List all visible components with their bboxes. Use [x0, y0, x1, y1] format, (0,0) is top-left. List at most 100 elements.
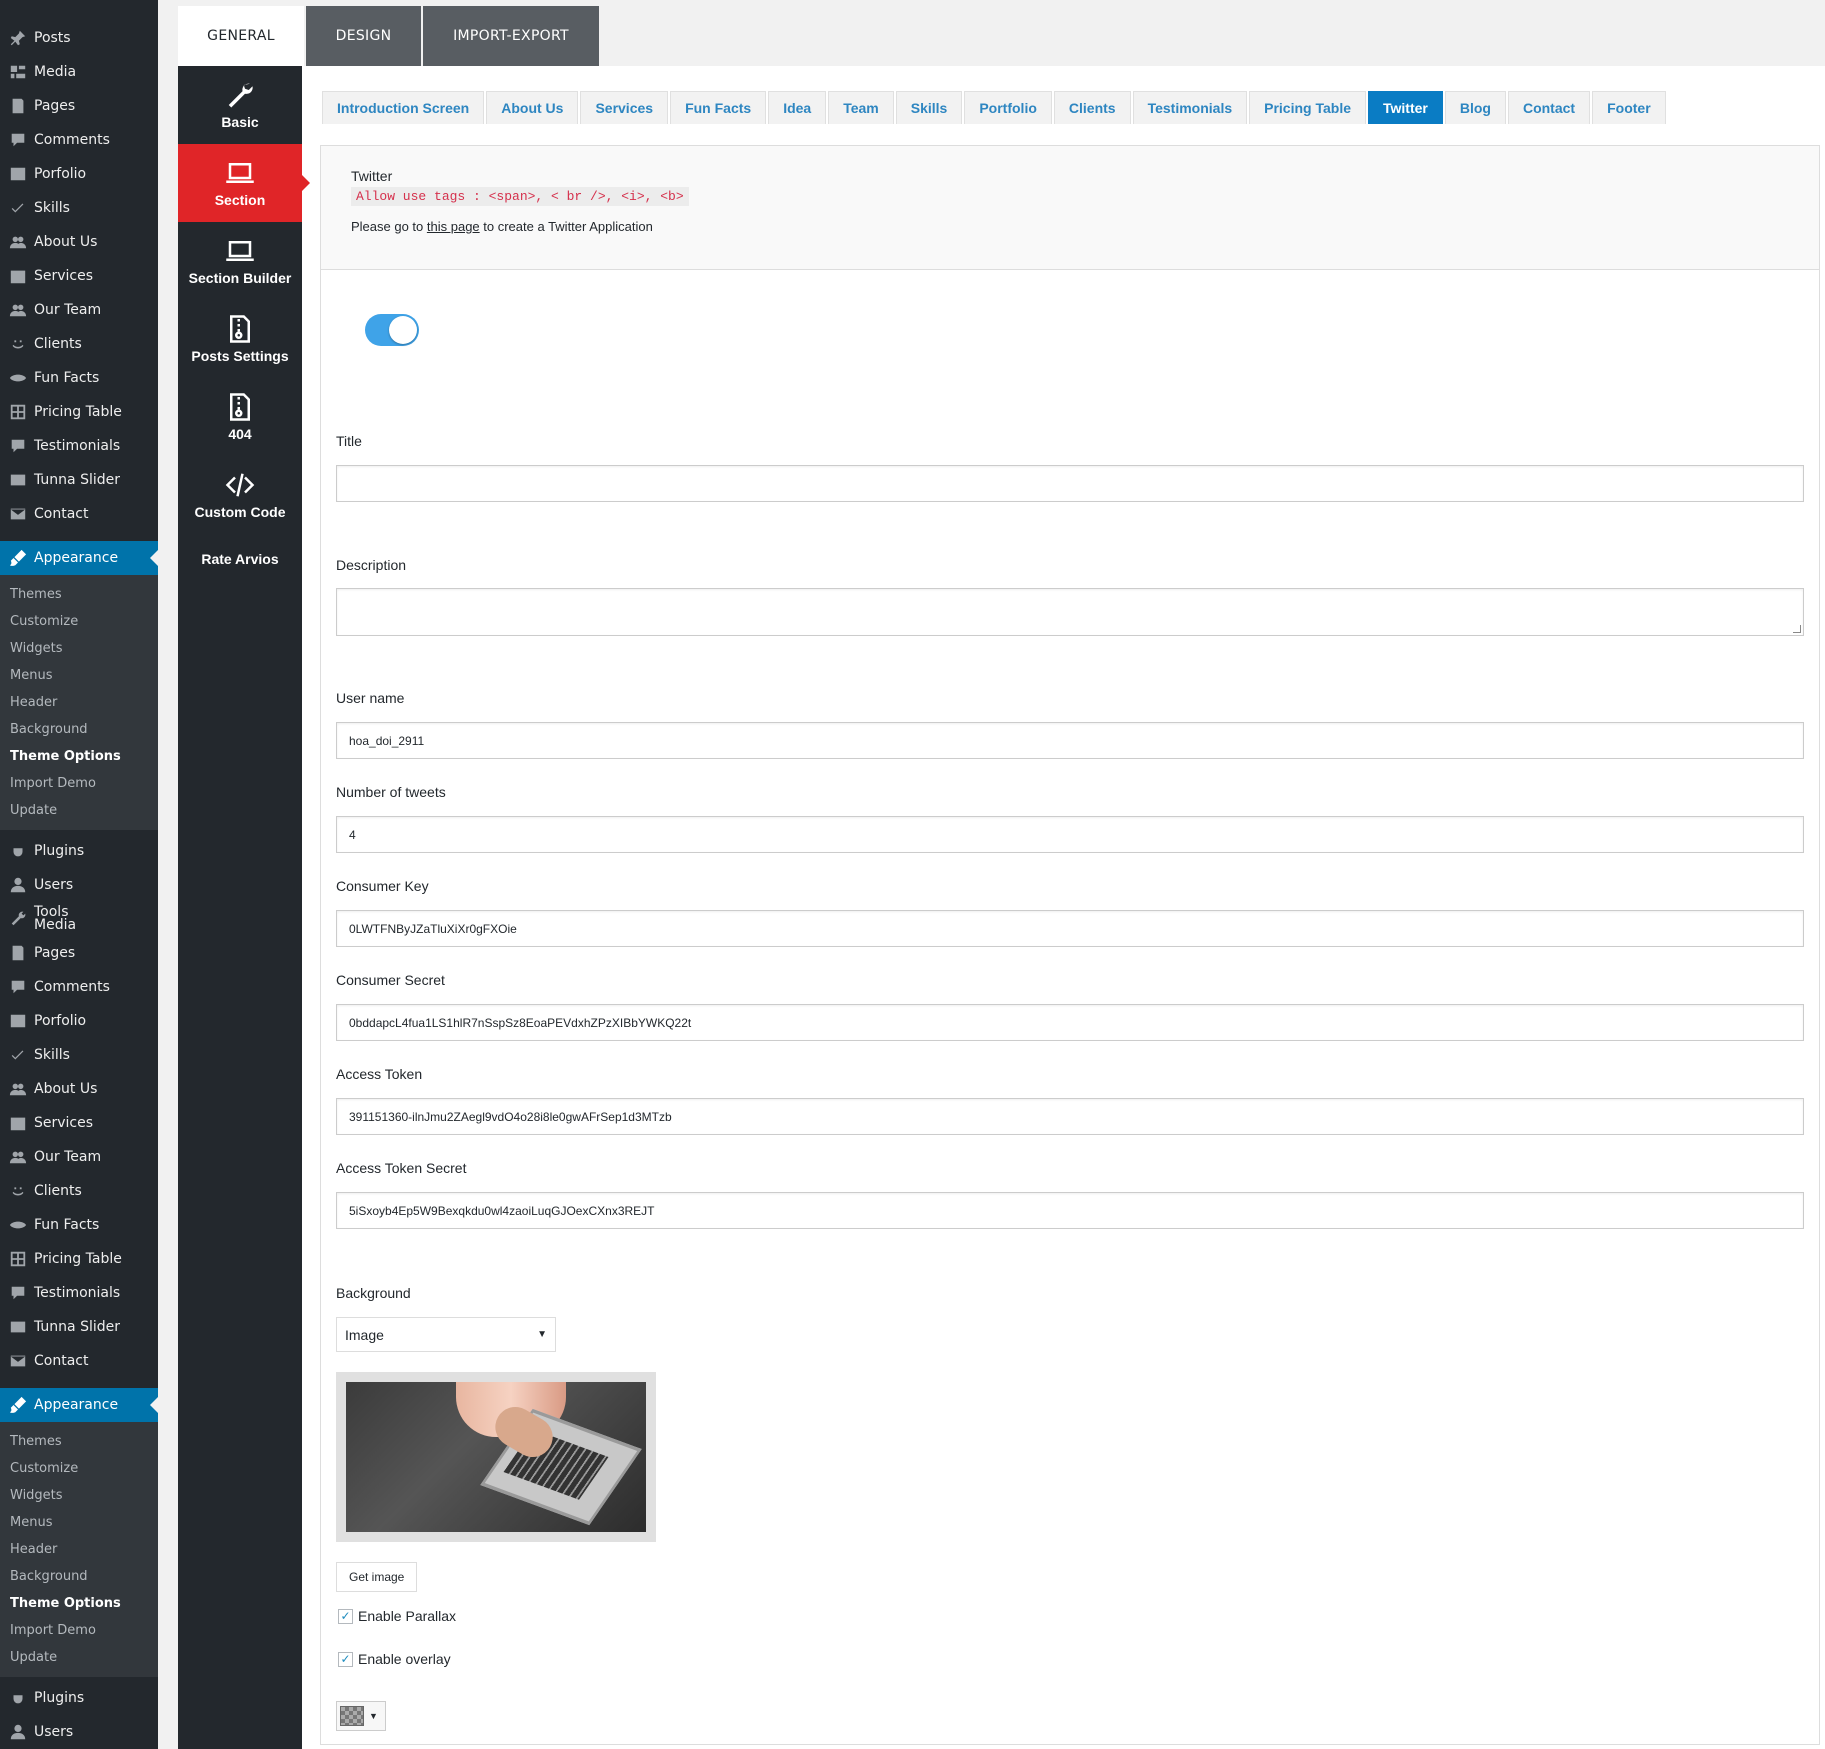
menu-item-about-us[interactable]: About Us	[0, 225, 158, 259]
submenu-item-menus[interactable]: Menus	[0, 662, 158, 689]
menu-item-about-us[interactable]: About Us	[0, 1072, 158, 1106]
menu-item-contact[interactable]: Contact	[0, 1344, 158, 1378]
submenu-item-widgets[interactable]: Widgets	[0, 635, 158, 662]
submenu-item-background[interactable]: Background	[0, 1563, 158, 1590]
menu-item-contact[interactable]: Contact	[0, 497, 158, 531]
nav-rate-arvios[interactable]: Rate Arvios	[178, 534, 302, 584]
tab-services[interactable]: Services	[580, 91, 669, 124]
tab-design[interactable]: DESIGN	[306, 6, 421, 66]
menu-item-pages[interactable]: Pages	[0, 936, 158, 970]
parallax-checkbox[interactable]: ✓	[338, 1608, 353, 1624]
menu-item-media[interactable]: Media	[0, 55, 158, 89]
this-page-link[interactable]: this page	[427, 219, 480, 234]
tab-fun-facts[interactable]: Fun Facts	[670, 91, 767, 124]
menu-item-tools[interactable]: Tools Media	[0, 902, 158, 936]
enable-overlay-row[interactable]: ✓ Enable overlay	[338, 1651, 451, 1667]
access-secret-input[interactable]: 5iSxoyb4Ep5W9Bexqkdu0wl4zaoiLuqGJOexCXnx…	[336, 1192, 1804, 1229]
username-input[interactable]: hoa_doi_2911	[336, 722, 1804, 759]
menu-item-testimonials[interactable]: Testimonials	[0, 429, 158, 463]
consumer-secret-input[interactable]: 0bddapcL4fua1LS1hlR7nSspSz8EoaPEVdxhZPzX…	[336, 1004, 1804, 1041]
tab-import-export[interactable]: IMPORT-EXPORT	[423, 6, 599, 66]
tab-pricing-table[interactable]: Pricing Table	[1249, 91, 1366, 124]
menu-item-pricing-table[interactable]: Pricing Table	[0, 395, 158, 429]
overlay-color-picker[interactable]: ▼	[336, 1701, 386, 1731]
menu-item-fun-facts[interactable]: Fun Facts	[0, 1208, 158, 1242]
menu-item-pages[interactable]: Pages	[0, 89, 158, 123]
submenu-item-update[interactable]: Update	[0, 1644, 158, 1671]
section-enable-toggle[interactable]	[365, 314, 419, 346]
tab-about-us[interactable]: About Us	[486, 91, 579, 124]
menu-item-porfolio[interactable]: Porfolio	[0, 157, 158, 191]
tab-portfolio[interactable]: Portfolio	[964, 91, 1052, 124]
paintbrush-icon	[8, 1395, 28, 1415]
menu-item-fun-facts[interactable]: Fun Facts	[0, 361, 158, 395]
menu-item-tunna-slider[interactable]: Tunna Slider	[0, 463, 158, 497]
submenu-item-import-demo[interactable]: Import Demo	[0, 1617, 158, 1644]
title-input[interactable]	[336, 465, 1804, 502]
nav-404[interactable]: 404	[178, 378, 302, 456]
menu-item-plugins[interactable]: Plugins	[0, 1681, 158, 1715]
submenu-item-themes[interactable]: Themes	[0, 1428, 158, 1455]
menu-item-users[interactable]: Users	[0, 868, 158, 902]
menu-item-plugins[interactable]: Plugins	[0, 834, 158, 868]
submenu-item-customize[interactable]: Customize	[0, 1455, 158, 1482]
resize-grip-icon[interactable]	[1793, 625, 1801, 633]
menu-item-appearance[interactable]: Appearance	[0, 541, 158, 575]
nav-section-builder[interactable]: Section Builder	[178, 222, 302, 300]
menu-item-comments[interactable]: Comments	[0, 123, 158, 157]
menu-item-testimonials[interactable]: Testimonials	[0, 1276, 158, 1310]
tab-introduction-screen[interactable]: Introduction Screen	[322, 91, 485, 124]
menu-item-porfolio[interactable]: Porfolio	[0, 1004, 158, 1038]
menu-item-posts[interactable]: Posts	[0, 21, 158, 55]
menu-item-services[interactable]: Services	[0, 259, 158, 293]
tab-blog[interactable]: Blog	[1444, 91, 1506, 124]
background-type-select[interactable]: Image ▼	[336, 1317, 556, 1352]
menu-item-clients[interactable]: Clients	[0, 327, 158, 361]
submenu-item-theme-options[interactable]: Theme Options	[0, 743, 158, 770]
menu-item-our-team[interactable]: Our Team	[0, 293, 158, 327]
get-image-button[interactable]: Get image	[336, 1562, 418, 1592]
access-token-input[interactable]: 391151360-ilnJmu2ZAegl9vdO4o28i8le0gwAFr…	[336, 1098, 1804, 1135]
tab-general[interactable]: GENERAL	[178, 6, 304, 66]
tab-testimonials[interactable]: Testimonials	[1132, 91, 1248, 124]
tab-contact[interactable]: Contact	[1507, 91, 1591, 124]
menu-item-services[interactable]: Services	[0, 1106, 158, 1140]
menu-item-skills[interactable]: Skills	[0, 1038, 158, 1072]
submenu-item-customize[interactable]: Customize	[0, 608, 158, 635]
nav-custom-code[interactable]: Custom Code	[178, 456, 302, 534]
tab-twitter[interactable]: Twitter	[1368, 91, 1443, 124]
submenu-item-header[interactable]: Header	[0, 689, 158, 716]
submenu-item-widgets[interactable]: Widgets	[0, 1482, 158, 1509]
tweets-input[interactable]: 4	[336, 816, 1804, 853]
menu-item-our-team[interactable]: Our Team	[0, 1140, 158, 1174]
menu-item-skills[interactable]: Skills	[0, 191, 158, 225]
nav-basic[interactable]: Basic	[178, 66, 302, 144]
tab-skills[interactable]: Skills	[895, 91, 963, 124]
menu-item-users[interactable]: Users	[0, 1715, 158, 1749]
menu-item-comments[interactable]: Comments	[0, 970, 158, 1004]
tab-clients[interactable]: Clients	[1053, 91, 1131, 124]
menu-item-pricing-table[interactable]: Pricing Table	[0, 1242, 158, 1276]
submenu-item-header[interactable]: Header	[0, 1536, 158, 1563]
overlay-checkbox[interactable]: ✓	[338, 1651, 353, 1667]
menu-label: Tunna Slider	[34, 1319, 120, 1335]
menu-item-appearance-2[interactable]: Appearance	[0, 1388, 158, 1422]
group-icon	[8, 232, 28, 252]
menu-label: Appearance	[34, 1397, 119, 1413]
tab-idea[interactable]: Idea	[768, 91, 827, 124]
description-textarea[interactable]	[336, 588, 1804, 636]
nav-section[interactable]: Section	[178, 144, 310, 222]
menu-item-tunna-slider[interactable]: Tunna Slider	[0, 1310, 158, 1344]
submenu-item-menus[interactable]: Menus	[0, 1509, 158, 1536]
nav-posts-settings[interactable]: Posts Settings	[178, 300, 302, 378]
submenu-item-themes[interactable]: Themes	[0, 581, 158, 608]
submenu-item-update[interactable]: Update	[0, 797, 158, 824]
enable-parallax-row[interactable]: ✓ Enable Parallax	[338, 1608, 456, 1624]
menu-item-clients[interactable]: Clients	[0, 1174, 158, 1208]
consumer-key-input[interactable]: 0LWTFNByJZaTluXiXr0gFXOie	[336, 910, 1804, 947]
submenu-item-theme-options[interactable]: Theme Options	[0, 1590, 158, 1617]
submenu-item-import-demo[interactable]: Import Demo	[0, 770, 158, 797]
tab-team[interactable]: Team	[828, 91, 894, 124]
submenu-item-background[interactable]: Background	[0, 716, 158, 743]
tab-footer[interactable]: Footer	[1592, 91, 1666, 124]
